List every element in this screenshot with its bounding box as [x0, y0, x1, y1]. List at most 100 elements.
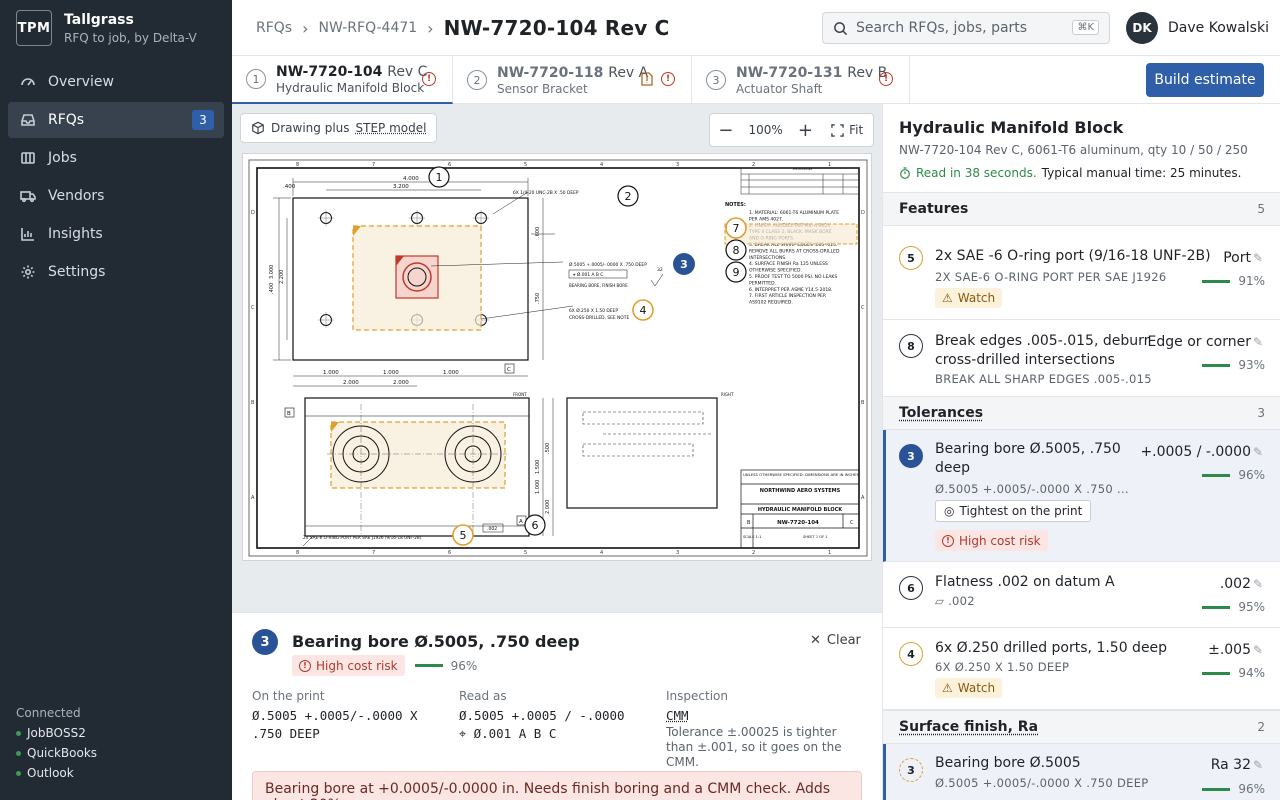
zoom-in-button[interactable]: + [790, 120, 822, 141]
balloon-1[interactable]: 1 [429, 167, 449, 187]
section-features[interactable]: Features 5 [883, 192, 1280, 226]
tab-part-1[interactable]: 1 NW-7720-104 Rev C Hydraulic Manifold B… [232, 56, 453, 104]
confidence: 96% [1202, 468, 1265, 482]
nav-item-jobs[interactable]: Jobs [8, 140, 224, 176]
grid-label-right: A [861, 495, 865, 501]
clear-button[interactable]: ✕ Clear [810, 633, 861, 648]
source-label: Drawing plus [271, 121, 350, 135]
balloon-6[interactable]: 6 [525, 515, 545, 535]
nav-item-rfqs[interactable]: RFQs 3 [8, 102, 224, 138]
grid-label-bottom: 2 [752, 550, 755, 556]
watch-label: Watch [958, 681, 995, 695]
connected-integrations: Connected JobBOSS2 QuickBooks Outlook [16, 706, 97, 780]
integration-jobboss[interactable]: JobBOSS2 [16, 726, 97, 740]
nav-item-overview[interactable]: Overview [8, 64, 224, 100]
edit-icon[interactable]: ✎ [1253, 758, 1263, 772]
tolerance-title-line: deep [935, 459, 1121, 478]
edit-icon[interactable]: ✎ [1253, 445, 1263, 459]
surface-raw-text: Ø.5005 +.0005/-.0000 X .750 DEEP [935, 776, 1149, 790]
tab-part-3[interactable]: 3 NW-7720-131 Rev B Actuator Shaft ! [692, 56, 910, 104]
inspection-method[interactable]: CMM [666, 707, 866, 725]
tab-part: NW-7720-104 [276, 64, 382, 80]
feature-number: 5 [899, 246, 923, 270]
tightest-label: Tightest on the print [959, 504, 1082, 518]
tolerance-row-selected[interactable]: 3 Bearing bore Ø.5005, .750 deep Ø.5005 +… [883, 430, 1280, 562]
nav-item-insights[interactable]: Insights [8, 216, 224, 252]
dimension-label: .750 [535, 293, 541, 304]
note-line: 5. PROOF TEST TO 5000 PSI. NO LEAKS [749, 274, 837, 280]
confidence-value: 91% [1238, 274, 1265, 288]
build-estimate-button[interactable]: Build estimate [1146, 63, 1264, 97]
cost-note: Bearing bore at +0.0005/-0.0000 in. Need… [252, 771, 862, 800]
manual-time: Typical manual time: 25 minutes. [1042, 166, 1242, 180]
tolerance-row[interactable]: 6 Flatness .002 on datum A ▱ .002 .002 ✎… [883, 562, 1280, 628]
confidence: 95% [1202, 600, 1265, 614]
section-count: 2 [1257, 720, 1265, 734]
integration-outlook[interactable]: Outlook [16, 766, 97, 780]
tolerance-row[interactable]: 4 6x Ø.250 drilled ports, 1.50 deep 6X Ø… [883, 628, 1280, 710]
section-title: Surface finish, Ra [899, 719, 1038, 735]
section-tolerances[interactable]: Tolerances 3 [883, 396, 1280, 430]
tolerance-raw-text: Ø.5005 +.0005/-.0000 X .750 ... [935, 482, 1129, 496]
chevron-right-icon: › [427, 19, 433, 38]
zoom-level: 100% [742, 123, 790, 137]
watch-badge: ⚠ Watch [935, 288, 1002, 308]
risk-label: High cost risk [316, 659, 398, 673]
tab-part-2[interactable]: 2 NW-7720-118 Rev A Sensor Bracket ! [453, 56, 692, 104]
on-print-block: On the print Ø.5005 +.0005/-.0000 X .750… [252, 689, 442, 743]
grid-label-top: 7 [372, 162, 375, 168]
tab-number: 1 [246, 69, 266, 89]
brand[interactable]: TPM Tallgrass RFQ to job, by Delta-V [16, 10, 197, 46]
edit-icon[interactable]: ✎ [1253, 577, 1263, 591]
source-selector[interactable]: Drawing plus STEP model [240, 113, 437, 143]
edit-icon[interactable]: ✎ [1253, 335, 1263, 349]
grid-label-bottom: 7 [372, 550, 375, 556]
edit-icon[interactable]: ✎ [1253, 251, 1263, 265]
balloon-3[interactable]: 3 [673, 253, 695, 275]
nav-item-vendors[interactable]: Vendors [8, 178, 224, 214]
feature-row[interactable]: 8 Break edges .005-.015, deburr cross-dri… [883, 320, 1280, 398]
note-line: REMOVE ALL BURRS AT CROSS-DRILLED [749, 248, 840, 254]
surface-row[interactable]: 3 Bearing bore Ø.5005 Ø.5005 +.0005/-.00… [883, 744, 1280, 800]
user-menu[interactable]: DK Dave Kowalski [1126, 12, 1269, 44]
balloon-2[interactable]: 2 [618, 186, 638, 206]
dimension-label: 1.000 [535, 480, 541, 494]
balloon-4[interactable]: 4 [633, 300, 653, 320]
dimension-label: 2.000 [393, 380, 409, 386]
dimension-label: 2.000 [343, 380, 359, 386]
integration-quickbooks[interactable]: QuickBooks [16, 746, 97, 760]
dimension-label: 2.200 [279, 270, 285, 284]
nav-item-settings[interactable]: Settings [8, 254, 224, 290]
nav-label: Jobs [48, 150, 77, 166]
note-line: PER AMS 4027. [749, 216, 783, 222]
tolerance-raw-text: 6X Ø.250 X 1.50 DEEP [935, 660, 1069, 674]
section-surface-finish[interactable]: Surface finish, Ra 2 [883, 710, 1280, 744]
fit-button[interactable]: Fit [821, 123, 873, 137]
risk-badge: ! High cost risk [935, 528, 1048, 551]
datum-c: C [507, 367, 511, 373]
confidence-bar [1202, 474, 1230, 477]
brand-name: Tallgrass [64, 12, 197, 28]
summary-header: Hydraulic Manifold Block NW-7720-104 Rev… [899, 118, 1248, 180]
balloon-9[interactable]: 9 [726, 262, 746, 282]
dimension-label: .400 [269, 283, 275, 294]
inspection-block: Inspection CMM Tolerance ±.00025 is tigh… [666, 689, 866, 770]
drawing-sheet[interactable]: 8877665544332211DDCCBBAA 4.000.400 3.200… [242, 153, 872, 561]
nav-label: Vendors [48, 188, 104, 204]
dimension-label: 1.000 [323, 370, 339, 376]
balloon-8[interactable]: 8 [726, 240, 746, 260]
watch-badge: ⚠ Watch [935, 678, 1002, 698]
note-line: 7. FIRST ARTICLE INSPECTION PER [749, 293, 826, 299]
on-print-label: On the print [252, 689, 442, 703]
search-input[interactable]: Search RFQs, jobs, parts ⌘K [822, 12, 1110, 44]
edit-icon[interactable]: ✎ [1253, 643, 1263, 657]
breadcrumb-rfq[interactable]: NW-RFQ-4471 [319, 20, 418, 36]
drawing-viewer: Drawing plus STEP model − 100% + Fit 887… [232, 104, 882, 612]
balloon-7[interactable]: 7 [726, 218, 746, 238]
step-model-link[interactable]: STEP model [356, 121, 427, 135]
breadcrumb-rfqs[interactable]: RFQs [256, 20, 292, 36]
balloon-5[interactable]: 5 [453, 525, 473, 545]
zoom-out-button[interactable]: − [710, 120, 742, 141]
feature-row[interactable]: 5 2x SAE -6 O-ring port (9/16-18 UNF-2B)… [883, 232, 1280, 320]
datum-a: A [519, 519, 523, 525]
